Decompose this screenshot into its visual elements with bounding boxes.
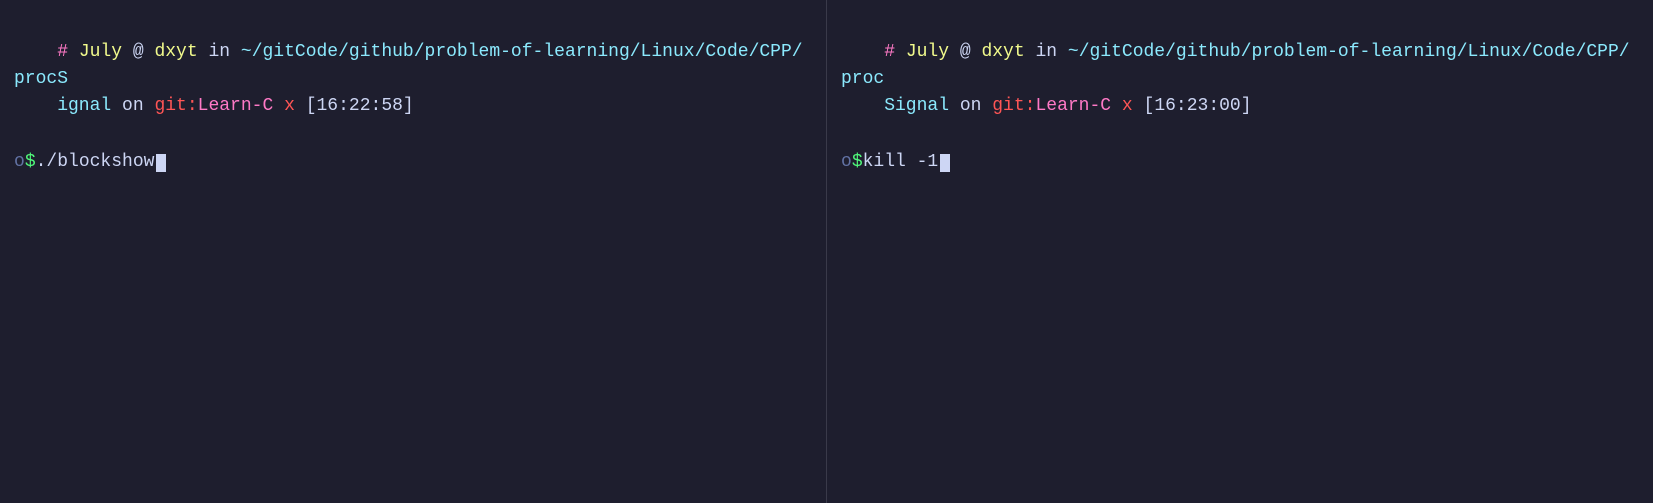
at-symbol-left: @	[122, 42, 154, 62]
circle-right: o	[841, 149, 852, 176]
cursor-right	[940, 154, 950, 172]
space-right	[1111, 96, 1122, 116]
on-word-right: on	[949, 96, 992, 116]
command-text-left: ./blockshow	[36, 149, 155, 176]
dollar-right: $	[852, 149, 863, 176]
x-right: x	[1122, 96, 1133, 116]
branch-right: Learn-C	[1035, 96, 1111, 116]
time-right: [16:23:00]	[1133, 96, 1252, 116]
terminal-pane-left[interactable]: # July @ dxyt in ~/gitCode/github/proble…	[0, 0, 826, 503]
command-text-right: kill -1	[863, 149, 939, 176]
username-left: July	[79, 42, 122, 62]
hostname-right: dxyt	[981, 42, 1024, 62]
branch-left: Learn-C	[198, 96, 274, 116]
time-left: [16:22:58]	[295, 96, 414, 116]
on-word-left: on	[111, 96, 154, 116]
space-left	[273, 96, 284, 116]
git-word-right: git:	[992, 96, 1035, 116]
command-line-right: o $ kill -1	[841, 149, 1639, 176]
hostname-left: dxyt	[154, 42, 197, 62]
command-line-left: o $ ./blockshow	[14, 149, 812, 176]
cursor-left	[156, 154, 166, 172]
dollar-left: $	[25, 149, 36, 176]
x-left: x	[284, 96, 295, 116]
in-word-right: in	[1025, 42, 1068, 62]
git-word-left: git:	[154, 96, 197, 116]
prompt-line-2: # July @ dxyt in ~/gitCode/github/proble…	[841, 12, 1639, 147]
username-right: July	[906, 42, 949, 62]
terminal-pane-right[interactable]: # July @ dxyt in ~/gitCode/github/proble…	[827, 0, 1653, 503]
hash-symbol-right: #	[884, 42, 906, 62]
prompt-line-1: # July @ dxyt in ~/gitCode/github/proble…	[14, 12, 812, 147]
in-word-left: in	[198, 42, 241, 62]
at-symbol-right: @	[949, 42, 981, 62]
hash-symbol: #	[57, 42, 79, 62]
circle-left: o	[14, 149, 25, 176]
